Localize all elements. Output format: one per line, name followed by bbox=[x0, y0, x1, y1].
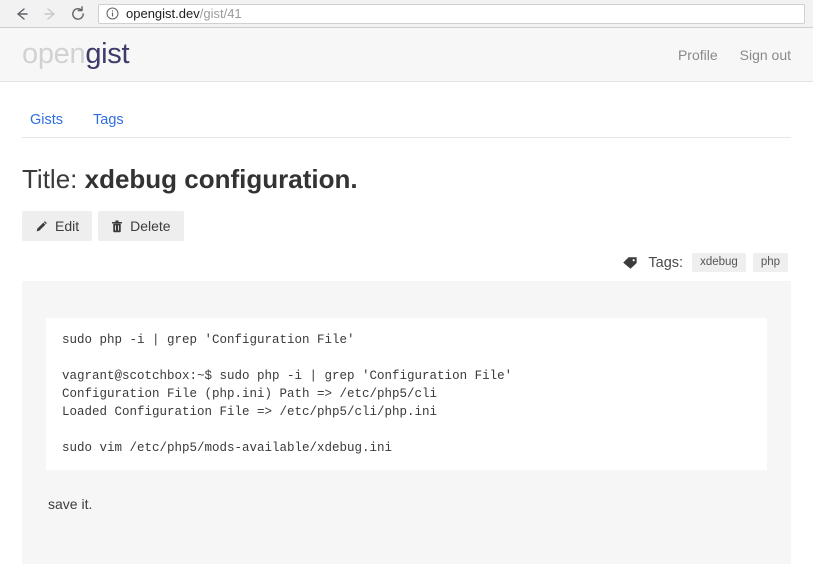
site-header: opengist Profile Sign out bbox=[0, 28, 813, 82]
back-arrow-icon bbox=[17, 7, 28, 20]
gist-note-text: save it. bbox=[48, 495, 93, 512]
tags-label: Tags: bbox=[648, 254, 684, 271]
url-path: /gist/41 bbox=[199, 6, 242, 21]
forward-button[interactable] bbox=[36, 2, 64, 26]
back-button[interactable] bbox=[8, 2, 36, 26]
logo-text-gist: gist bbox=[85, 38, 130, 70]
browser-toolbar: opengist.dev/gist/41 bbox=[0, 0, 813, 28]
url-text: opengist.dev/gist/41 bbox=[126, 7, 242, 20]
pencil-icon bbox=[36, 220, 47, 231]
url-bar[interactable]: opengist.dev/gist/41 bbox=[98, 3, 805, 24]
page-body: Gists Tags Title: xdebug configuration. … bbox=[0, 82, 813, 564]
sign-out-link[interactable]: Sign out bbox=[740, 47, 791, 63]
delete-button-label: Delete bbox=[130, 218, 171, 234]
info-circle-icon bbox=[106, 7, 119, 20]
reload-button[interactable] bbox=[64, 2, 92, 26]
tags-row: Tags: xdebug php bbox=[22, 253, 791, 272]
delete-button[interactable]: Delete bbox=[98, 211, 184, 241]
code-block: sudo php -i | grep 'Configuration File' … bbox=[46, 317, 767, 470]
tag-badge-xdebug[interactable]: xdebug bbox=[692, 253, 746, 272]
page-title-prefix: Title: bbox=[22, 164, 85, 194]
page-title: Title: xdebug configuration. bbox=[22, 164, 791, 194]
edit-button[interactable]: Edit bbox=[22, 211, 93, 241]
header-links: Profile Sign out bbox=[678, 47, 791, 63]
profile-link[interactable]: Profile bbox=[678, 47, 718, 63]
action-buttons: Edit Delete bbox=[22, 211, 791, 241]
opengist-logo[interactable]: opengist bbox=[22, 38, 130, 70]
nav-tabs: Gists Tags bbox=[22, 82, 791, 138]
forward-arrow-icon bbox=[44, 7, 55, 20]
url-domain: opengist.dev bbox=[126, 6, 200, 21]
gist-content-panel: sudo php -i | grep 'Configuration File' … bbox=[22, 281, 791, 564]
edit-button-label: Edit bbox=[55, 218, 80, 234]
logo-text-open: open bbox=[22, 38, 86, 70]
tab-tags[interactable]: Tags bbox=[93, 112, 124, 128]
trash-icon bbox=[112, 219, 123, 232]
tab-gists[interactable]: Gists bbox=[30, 112, 63, 128]
panel-bottom-spacer bbox=[46, 512, 767, 540]
page-title-value: xdebug configuration. bbox=[84, 164, 358, 194]
tag-icon bbox=[623, 256, 638, 269]
tag-badge-php[interactable]: php bbox=[752, 253, 788, 272]
reload-icon bbox=[72, 5, 84, 20]
